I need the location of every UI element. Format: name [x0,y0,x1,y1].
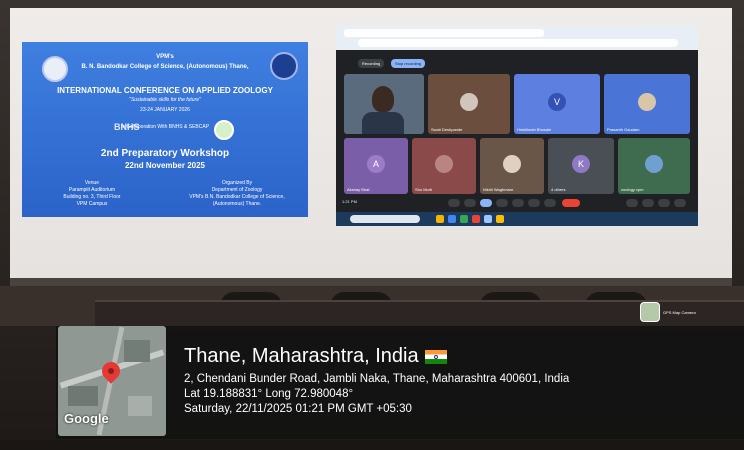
google-logo: Google [64,411,109,426]
map-block [68,386,98,406]
video-meeting-window: Recording Stop recording Swati Deshpande… [336,26,698,226]
captions-button[interactable] [480,199,492,207]
info-button[interactable] [626,199,638,207]
participant-name: Prasanth Gaudam [607,127,640,132]
people-button[interactable] [642,199,654,207]
taskbar-search[interactable] [350,215,420,223]
location-title-text: Thane, Maharashtra, India [184,345,419,367]
organiser-heading: Organized By [221,180,253,186]
camera-button[interactable] [464,199,476,207]
leave-call-button[interactable] [562,199,580,207]
taskbar-app-icon[interactable] [496,215,504,223]
present-button[interactable] [512,199,524,207]
participant-tile: Swati Deshpande [428,74,510,134]
participant-name: Akshay Bhat [347,187,370,192]
gps-camera-icon [640,302,660,322]
browser-tab [344,29,544,37]
map-block [128,396,152,416]
venue-line: Building no. 3, Third Floor [63,194,121,200]
participant-name: Hrishikesh Bhosale [517,127,552,132]
participant-tile: K 4 others [548,138,614,194]
participant-avatar [503,155,521,173]
location-datetime: Saturday, 22/11/2025 01:21 PM GMT +05:30 [184,403,412,415]
slide-workshop-date: 22nd November 2025 [124,161,206,170]
slide-venue: Venue Parampiit Auditorium Building no. … [42,180,142,208]
slide-org-line1: VPM's [156,54,174,60]
os-taskbar [336,212,698,226]
slide-organiser: Organized By Department of Zoology VPM's… [172,180,302,208]
participant-name: Sho Murti [415,187,433,192]
participant-name: Nikhil Waghmare [483,187,514,192]
slide-org-line2: B. N. Bandodkar College of Science, (Aut… [81,64,249,70]
location-details: 2, Chendani Bunder Road, Jambli Naka, Th… [184,372,569,417]
reactions-button[interactable] [496,199,508,207]
raise-hand-button[interactable] [528,199,540,207]
conference-slide: VPM's B. N. Bandodkar College of Science… [22,42,308,217]
location-address: 2, Chendani Bunder Road, Jambli Naka, Th… [184,373,570,385]
presenter-body [362,112,404,134]
slide-tagline: "Sustainable skills for the future" [129,97,201,103]
participant-avatar [645,155,663,173]
india-flag-icon [424,349,447,364]
mic-button[interactable] [448,199,460,207]
participant-tile: zoology vpm [618,138,690,194]
taskbar-app-icon[interactable] [484,215,492,223]
taskbar-app-icon[interactable] [472,215,480,223]
participant-tile: Prasanth Gaudam [604,74,690,134]
sebcap-logo-icon [214,120,234,140]
participant-avatar [435,155,453,173]
participant-name: Swati Deshpande [431,127,463,132]
participant-avatar: V [548,93,566,111]
organiser-line: (Autonomous) Thane. [212,201,262,207]
participant-name: 4 others [551,187,566,192]
venue-line: Parampiit Auditorium [68,187,116,193]
location-title: Thane, Maharashtra, India [184,345,447,368]
bottom-edge [0,440,744,450]
meeting-controls [336,196,698,210]
slide-workshop: 2nd Preparatory Workshop [100,148,230,159]
recording-indicator: Recording [358,59,385,68]
participant-tile: A Akshay Bhat [344,138,408,194]
organiser-line: Department of Zoology [211,187,263,193]
slide-collaboration: In Collaboration With BNHS & SEBCAP [120,124,210,130]
participant-avatar: K [572,155,590,173]
address-bar [358,39,678,47]
participant-tile [344,74,424,134]
participant-tile: Sho Murti [412,138,476,194]
more-options-button[interactable] [544,199,556,207]
gps-app-name: GPS Map Camera [663,309,696,315]
participant-avatar: A [367,155,385,173]
organiser-line: VPM's B.N. Bandodkar College of Science, [189,194,285,200]
participant-tile: Nikhil Waghmare [480,138,544,194]
location-coordinates: Lat 19.188831° Long 72.980048° [184,388,354,400]
stop-recording-button: Stop recording [391,59,426,68]
participant-avatar [460,93,478,111]
slide-conference-title: INTERNATIONAL CONFERENCE ON APPLIED ZOOL… [57,86,273,95]
gps-app-badge: GPS Map Camera [640,302,696,322]
participant-avatar [638,93,656,111]
taskbar-app-icon[interactable] [460,215,468,223]
slide-dates: 23-24 JANUARY 2026 [140,107,190,113]
chat-button[interactable] [658,199,670,207]
map-block [124,340,150,362]
venue-line: VPM Campus [76,201,108,207]
browser-toolbar [336,26,698,50]
taskbar-app-icon[interactable] [448,215,456,223]
activities-button[interactable] [674,199,686,207]
presenter-face [372,86,394,112]
venue-heading: Venue [84,180,100,186]
participant-tile: V Hrishikesh Bhosale [514,74,600,134]
taskbar-app-icon[interactable] [436,215,444,223]
participant-name: zoology vpm [621,187,644,192]
